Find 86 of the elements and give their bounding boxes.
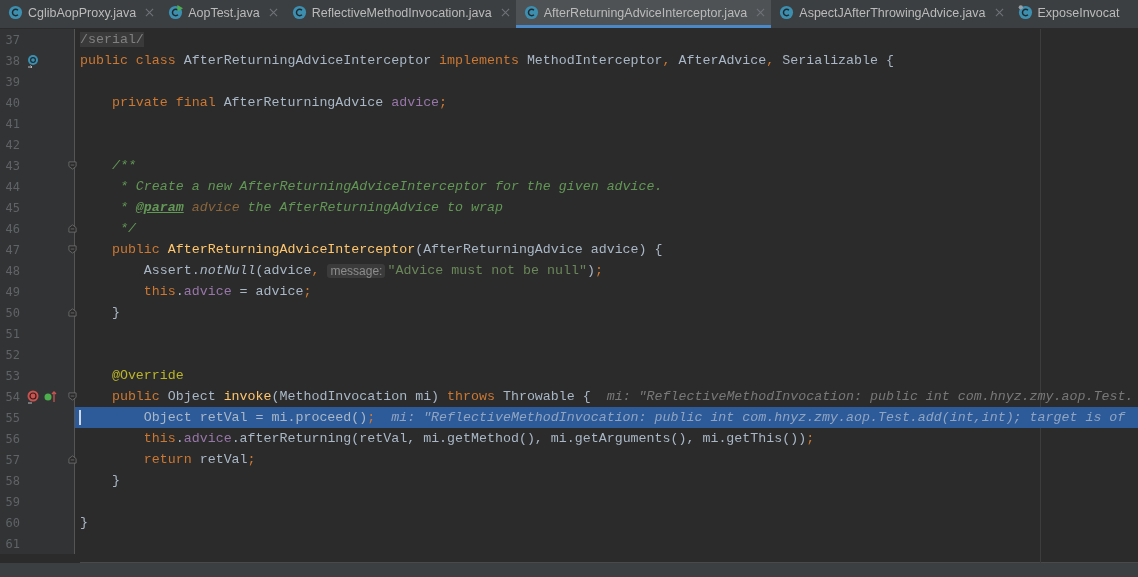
editor-tab[interactable]: AspectJAfterThrowingAdvice.java [771,0,1010,28]
keyword: public [80,53,129,68]
code-text: AfterReturningAdvice [223,95,385,110]
comment-text: */ [118,221,136,236]
close-icon[interactable] [756,8,766,17]
keyword: public [110,389,161,404]
code-text: } [110,473,120,488]
comment-text: /serial/ [80,32,144,47]
fold-toggle-icon[interactable] [68,245,77,254]
code-text: AfterAdvice [678,53,767,68]
keyword: class [135,53,177,68]
comment-text: the AfterReturningAdvice to wrap [246,200,503,215]
method-name: invoke [223,389,272,404]
code-text: .afterReturning(retVal, mi.getMethod(), mi.getArguments(), mi.getThis()) [231,431,807,446]
comment-text: * [118,200,129,215]
keyword: this [142,284,176,299]
field-name: advice [183,284,232,299]
code-text: } [110,305,120,320]
code-text: Serializable { [782,53,894,68]
punctuation: , [311,263,321,278]
editor-tab[interactable]: CglibAopProxy.java [0,0,161,28]
inline-value-hint: mi: "ReflectiveMethodInvocation: public int com.hnyz.zmy.aop.Test.add(int,int); target is of [390,410,1126,425]
comment-text: * Create a new AfterReturningAdviceInterceptor for the given advice. [118,179,663,194]
code-text: Object [167,389,217,404]
code-text: . [175,284,184,299]
annotation: @Override [110,368,184,383]
overrides-marker-icon[interactable] [43,389,57,404]
inline-value-hint: mi: "ReflectiveMethodInvocation: public int com.hnyz.zmy.aop.Test. [605,389,1134,404]
punctuation: ; [594,263,603,278]
string-literal: "Advice must not be null" [387,263,587,278]
code-text: retVal [199,452,248,467]
fold-toggle-icon[interactable] [68,455,77,464]
implemented-marker-icon[interactable] [26,53,40,68]
code-text: = advice [238,284,304,299]
javadoc-tag: @param [135,200,184,215]
editor-tab[interactable]: AopTest.java [160,0,284,28]
comment-text: /** [110,158,136,173]
close-icon[interactable] [994,8,1004,17]
class-file-icon [779,5,795,20]
punctuation: , [662,53,672,68]
fold-toggle-icon[interactable] [68,224,77,233]
close-icon[interactable] [268,8,278,17]
code-text: (AfterReturningAdvice advice) { [415,242,663,257]
editor-tab[interactable]: ReflectiveMethodInvocation.java [283,0,516,28]
class-file-icon [168,5,184,20]
code-text: ) [586,263,595,278]
class-file-icon [8,5,23,20]
punctuation: ; [247,452,256,467]
code-text: } [80,515,88,530]
keyword: this [142,431,176,446]
punctuation: ; [439,95,448,110]
fold-toggle-icon[interactable] [68,392,77,401]
close-icon[interactable] [500,8,510,17]
keyword: public [110,242,161,257]
punctuation: ; [303,284,312,299]
keyword: implements [439,53,520,68]
class-file-icon [291,5,307,20]
static-method-name: notNull [199,263,256,278]
punctuation: ; [367,410,376,425]
keyword: return [142,452,193,467]
field-name: advice [183,431,232,446]
code-text: (advice [255,263,312,278]
code-text: (MethodInvocation mi) [271,389,441,404]
field-name: advice [391,95,440,110]
code-text: Object retVal = mi.proceed() [142,410,368,425]
code-text: MethodInterceptor [526,53,663,68]
punctuation: , [766,53,776,68]
editor-tab[interactable]: AfterReturningAdviceInterceptor.java [515,0,772,28]
method-name: AfterReturningAdviceInterceptor [167,242,416,257]
close-icon[interactable] [145,8,155,17]
class-file-icon [523,5,539,20]
editor-tab[interactable]: ExposeInvocat [1009,0,1126,28]
fold-toggle-icon[interactable] [68,308,77,317]
parameter-hint: message: [327,263,386,278]
class-file-icon [1017,5,1033,20]
code-text: Throwable { [502,389,591,404]
keyword: private final [110,95,217,110]
method-breakpoint-icon[interactable] [26,389,40,404]
keyword: throws [447,389,496,404]
fold-toggle-icon[interactable] [68,161,77,170]
text-caret [79,410,81,425]
punctuation: ; [806,431,815,446]
param-reference: advice [190,200,240,215]
code-text: AfterReturningAdviceInterceptor [183,53,433,68]
code-text: . [175,431,184,446]
code-text: Assert. [142,263,200,278]
